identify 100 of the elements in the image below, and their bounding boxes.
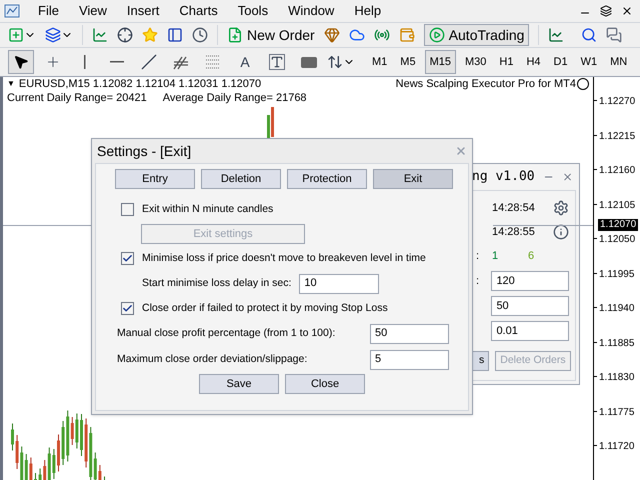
channel-icon	[173, 54, 189, 70]
fibonacci-icon	[205, 55, 221, 69]
signal-icon[interactable]	[374, 27, 390, 43]
rectangle-icon	[301, 56, 317, 68]
arrows-icon	[327, 54, 343, 70]
tool-button[interactable]: A	[232, 50, 258, 74]
new-order-button[interactable]: New Order	[227, 24, 315, 46]
document-plus-icon	[227, 27, 243, 43]
field-label: Maximum close order deviation/slippage:	[117, 352, 308, 367]
price-label: 1.11720	[599, 440, 634, 454]
timeframe-tab[interactable]: D1	[550, 50, 572, 74]
input-field[interactable]: 50	[491, 296, 569, 316]
price-label: 1.11830	[599, 371, 634, 385]
text-label-icon	[269, 54, 285, 70]
dialog-button[interactable]: Close	[285, 374, 365, 394]
timeframe-tab[interactable]: M1	[368, 50, 392, 74]
timeframe-tab[interactable]: H1	[495, 50, 518, 74]
smiley-icon	[577, 78, 589, 90]
star-icon[interactable]	[142, 27, 158, 43]
gem-icon[interactable]	[324, 27, 340, 43]
current-price-label: 1.12070	[598, 219, 638, 231]
crosshair-icon[interactable]	[117, 27, 133, 43]
horizontal-line-icon	[110, 61, 124, 63]
colon-text: :	[476, 274, 480, 289]
price-label: 1.11775	[599, 406, 634, 420]
range-text: Current Daily Range= 20421	[7, 91, 147, 105]
field-label: Manual close profit percentage (from 1 to 100):	[117, 326, 336, 341]
autotrading-button[interactable]: AutoTrading	[424, 24, 530, 46]
time-text: 14:28:54	[492, 200, 535, 216]
tab[interactable]: Protection	[287, 169, 367, 189]
count-text: 6	[528, 248, 534, 264]
price-label: 1.11885	[599, 336, 634, 350]
timeframe-tab[interactable]: M5	[396, 50, 420, 74]
price-label: 1.12050	[599, 233, 636, 247]
candle	[11, 423, 14, 451]
input-field[interactable]: 120	[491, 271, 569, 291]
range-text: Average Daily Range= 21768	[162, 91, 307, 105]
info-icon[interactable]	[553, 224, 569, 240]
candle	[34, 472, 37, 480]
settings-icon[interactable]	[553, 200, 569, 216]
tab[interactable]: Exit	[373, 169, 453, 189]
chart-header: EURUSD,M15 1.12082 1.12104 1.12031 1.12070	[18, 77, 262, 91]
timeframe-tab[interactable]: H4	[522, 50, 544, 74]
panel-title: ng v1.00	[472, 168, 535, 186]
cloud-icon[interactable]	[348, 27, 365, 43]
text-tool: A	[240, 52, 250, 72]
dialog-button[interactable]: Save	[199, 374, 279, 394]
cursor-icon	[13, 54, 29, 70]
tab[interactable]: Entry	[115, 169, 195, 189]
menu-item[interactable]: Charts	[169, 1, 228, 21]
menu-item[interactable]: File	[28, 1, 69, 21]
collapse-toggle[interactable]: ▼	[7, 77, 15, 91]
chat-icon[interactable]	[606, 27, 622, 43]
candle	[57, 434, 60, 472]
option-label: Exit within N minute candles	[142, 202, 274, 217]
menu-item[interactable]: Window	[278, 1, 344, 21]
colon-text: :	[476, 248, 480, 264]
timeframe-tab[interactable]: M15	[424, 50, 456, 74]
play-icon	[428, 27, 445, 43]
price-label: 1.12160	[599, 164, 636, 178]
trend-line-icon	[141, 54, 157, 70]
count-text: 1	[492, 248, 500, 264]
expert-name: News Scalping Executor Pro for MT4	[396, 77, 576, 91]
checkbox[interactable]	[121, 302, 134, 315]
timeframe-tab[interactable]: W1	[576, 50, 602, 74]
input-field[interactable]: 50	[370, 324, 449, 344]
menu-item[interactable]: View	[68, 1, 117, 21]
checkbox[interactable]	[121, 203, 134, 216]
tool-button[interactable]	[8, 50, 34, 74]
input-field[interactable]: 10	[299, 274, 380, 294]
close-icon[interactable]	[621, 5, 633, 17]
candle	[80, 414, 83, 456]
field-label: Start minimise loss delay in sec:	[142, 276, 292, 291]
app-icon	[4, 3, 20, 19]
menu-item[interactable]: Insert	[116, 1, 170, 21]
vertical-line-icon	[84, 55, 86, 69]
clock-icon[interactable]	[192, 27, 208, 43]
wallet-icon[interactable]	[398, 27, 415, 43]
dialog-title: Settings - [Exit]	[97, 142, 192, 161]
option-label: Minimise loss if price doesn't move to breakeven level in time	[142, 250, 426, 266]
tab[interactable]: Deletion	[201, 169, 281, 189]
price-label: 1.11940	[599, 302, 634, 316]
navigator-icon[interactable]	[167, 27, 183, 43]
input-field[interactable]: 5	[370, 350, 449, 370]
price-label: 1.12215	[599, 130, 636, 144]
profiles-icon[interactable]	[45, 27, 61, 43]
price-label: 1.12105	[599, 198, 636, 212]
checkbox[interactable]	[121, 252, 134, 265]
menu-item[interactable]: Tools	[228, 1, 278, 21]
input-field[interactable]: 0.01	[491, 321, 569, 341]
option-label: Close order if failed to protect it by moving Stop Loss	[142, 300, 388, 316]
price-label: 1.11995	[599, 268, 634, 282]
chart-axes-icon[interactable]	[548, 27, 564, 43]
crosshair-icon	[45, 54, 61, 70]
timeframe-tab[interactable]: MN	[606, 50, 632, 74]
search-icon[interactable]	[581, 27, 598, 43]
time-text: 14:28:55	[492, 224, 535, 240]
menu-item[interactable]: Help	[344, 1, 392, 21]
timeframe-tab[interactable]: M30	[460, 50, 490, 74]
price-label: 1.12270	[599, 95, 636, 109]
